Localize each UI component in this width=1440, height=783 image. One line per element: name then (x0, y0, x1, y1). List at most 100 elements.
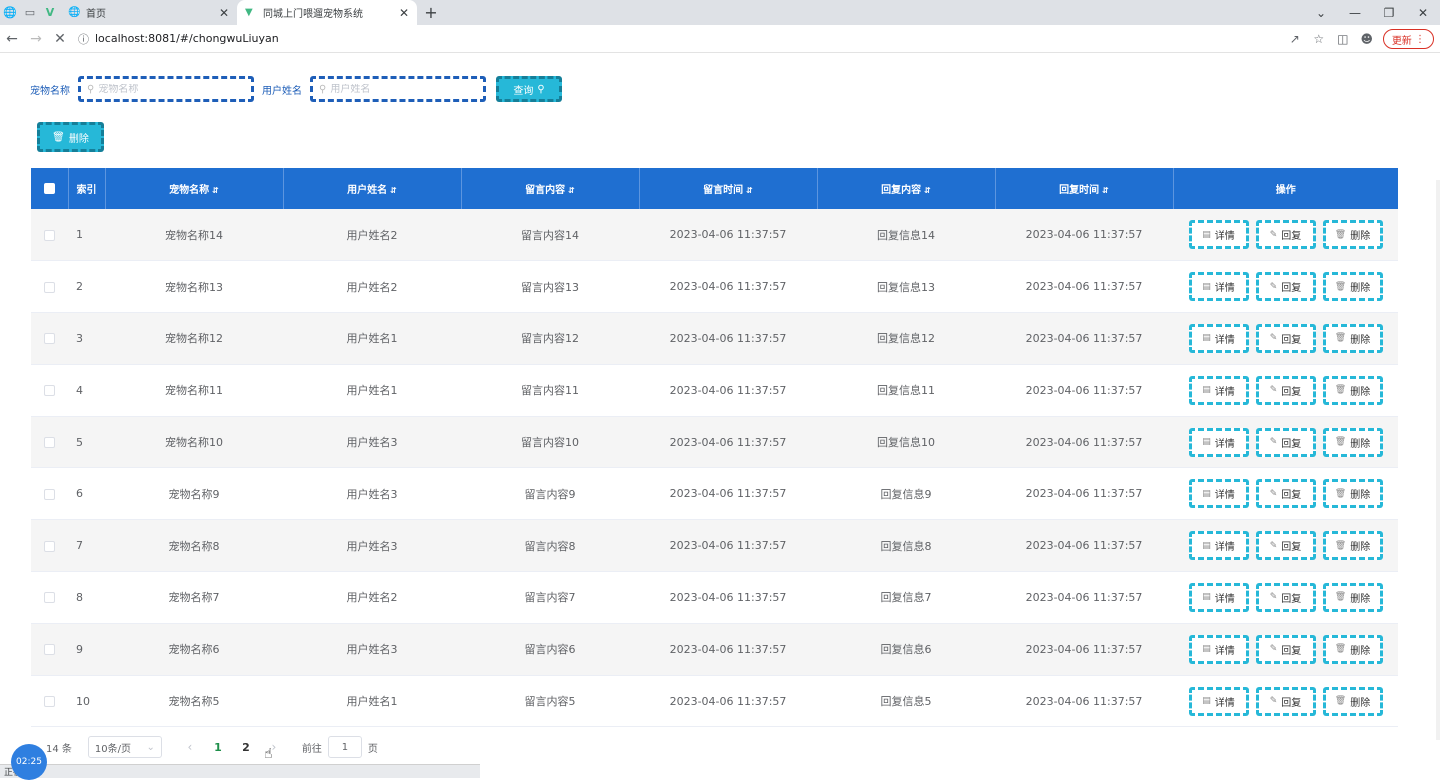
batch-delete-button[interactable]: 🗑 删除 (37, 122, 104, 152)
row-checkbox[interactable] (31, 467, 68, 521)
sort-icon[interactable]: ⇵ (746, 186, 753, 195)
delete-button[interactable]: 🗑 删除 (1322, 427, 1383, 457)
pet-name-field[interactable]: ⚲ (78, 76, 254, 102)
share-icon[interactable]: ↗ (1283, 28, 1307, 50)
reply-button[interactable]: ✎ 回复 (1255, 272, 1316, 302)
delete-label: 删除 (1350, 283, 1371, 295)
column-header-message[interactable]: 留言内容 ⇵ (461, 168, 640, 209)
detail-button[interactable]: ▤ 详情 (1188, 582, 1249, 612)
close-window-icon[interactable]: ✕ (1406, 0, 1440, 25)
table-body: 1 宠物名称14 用户姓名2 留言内容14 2023-04-06 11:37:5… (31, 209, 1398, 728)
reply-button[interactable]: ✎ 回复 (1255, 220, 1316, 250)
scrollbar[interactable] (1436, 180, 1440, 740)
column-header-reply[interactable]: 回复内容 ⇵ (817, 168, 996, 209)
row-checkbox[interactable] (31, 416, 68, 469)
reply-label: 回复 (1281, 593, 1302, 605)
url-field[interactable]: ⓘ localhost:8081/#/chongwuLiuyan (78, 28, 1278, 50)
tab-pet-system[interactable]: ▼ 同城上门喂遛宠物系统 ✕ (237, 0, 417, 25)
close-icon[interactable]: ✕ (219, 6, 229, 20)
chevron-down-icon[interactable]: ⌄ (1304, 0, 1338, 25)
new-tab-button[interactable]: + (417, 0, 445, 25)
page-size-select[interactable]: 10条/页 ⌄ (87, 736, 162, 758)
detail-button[interactable]: ▤ 详情 (1188, 531, 1249, 561)
cell-msg-time: 2023-04-06 11:37:57 (639, 416, 817, 469)
delete-button[interactable]: 🗑 删除 (1322, 323, 1383, 353)
delete-button[interactable]: 🗑 删除 (1322, 479, 1383, 509)
info-icon[interactable]: ⓘ (78, 31, 89, 47)
row-checkbox[interactable] (31, 571, 68, 624)
reply-button[interactable]: ✎ 回复 (1255, 531, 1316, 561)
column-header-reply-time[interactable]: 回复时间 ⇵ (995, 168, 1174, 209)
prev-page-button[interactable]: ‹ (176, 740, 204, 754)
row-checkbox[interactable] (31, 519, 68, 573)
row-checkbox[interactable] (31, 209, 68, 262)
goto-page-input[interactable]: 1 (327, 736, 362, 758)
detail-button[interactable]: ▤ 详情 (1188, 220, 1249, 250)
close-icon[interactable]: ✕ (399, 6, 409, 20)
cell-user: 用户姓名3 (283, 467, 461, 521)
row-checkbox[interactable] (31, 312, 68, 365)
detail-button[interactable]: ▤ 详情 (1188, 686, 1249, 716)
star-icon[interactable]: ☆ (1307, 28, 1331, 50)
vue-icon[interactable]: V (40, 0, 60, 25)
forward-button[interactable]: → (24, 27, 48, 51)
row-checkbox[interactable] (31, 675, 68, 728)
profile-icon[interactable]: ☻ (1355, 28, 1379, 50)
delete-button[interactable]: 🗑 删除 (1322, 531, 1383, 561)
globe-icon[interactable]: 🌐 (0, 0, 20, 25)
restore-icon[interactable]: ❐ (1372, 0, 1406, 25)
page-2-button[interactable]: 2 (232, 741, 260, 754)
user-name-input[interactable] (330, 83, 471, 95)
reply-button[interactable]: ✎ 回复 (1255, 582, 1316, 612)
stop-loading-button[interactable]: ✕ (48, 27, 72, 51)
detail-button[interactable]: ▤ 详情 (1188, 479, 1249, 509)
sort-icon[interactable]: ⇵ (1102, 186, 1109, 195)
select-all-checkbox[interactable] (31, 168, 69, 209)
detail-button[interactable]: ▤ 详情 (1188, 375, 1249, 405)
detail-button[interactable]: ▤ 详情 (1188, 634, 1249, 664)
reply-label: 回复 (1281, 283, 1302, 295)
update-button[interactable]: 更新 ⋮ (1382, 29, 1434, 49)
table-row: 10 宠物名称5 用户姓名1 留言内容5 2023-04-06 11:37:57… (31, 675, 1398, 728)
detail-label: 详情 (1214, 438, 1235, 450)
tab-home[interactable]: 🌐 首页 ✕ (60, 0, 237, 25)
row-checkbox[interactable] (31, 623, 68, 676)
delete-button[interactable]: 🗑 删除 (1322, 375, 1383, 405)
reply-button[interactable]: ✎ 回复 (1255, 375, 1316, 405)
reply-button[interactable]: ✎ 回复 (1255, 686, 1316, 716)
query-button[interactable]: 查询 ⚲ (496, 76, 562, 102)
pet-name-label: 宠物名称 (30, 85, 70, 97)
detail-button[interactable]: ▤ 详情 (1188, 272, 1249, 302)
row-checkbox[interactable] (31, 260, 68, 314)
sort-icon[interactable]: ⇵ (390, 186, 397, 195)
column-header-pet[interactable]: 宠物名称 ⇵ (105, 168, 284, 209)
sort-icon[interactable]: ⇵ (568, 186, 575, 195)
search-icon: ⚲ (87, 83, 95, 95)
delete-button[interactable]: 🗑 删除 (1322, 582, 1383, 612)
delete-button[interactable]: 🗑 删除 (1322, 272, 1383, 302)
detail-button[interactable]: ▤ 详情 (1188, 427, 1249, 457)
reply-button[interactable]: ✎ 回复 (1255, 479, 1316, 509)
sort-icon[interactable]: ⇵ (924, 186, 931, 195)
delete-button[interactable]: 🗑 删除 (1322, 220, 1383, 250)
row-checkbox[interactable] (31, 364, 68, 417)
column-header-msg-time[interactable]: 留言时间 ⇵ (639, 168, 818, 209)
sidebar-icon[interactable]: ◫ (1331, 28, 1355, 50)
delete-button[interactable]: 🗑 删除 (1322, 634, 1383, 664)
reply-button[interactable]: ✎ 回复 (1255, 323, 1316, 353)
user-name-field[interactable]: ⚲ (310, 76, 486, 102)
bookmark-tab-icon[interactable]: ▭ (20, 0, 40, 25)
detail-button[interactable]: ▤ 详情 (1188, 323, 1249, 353)
column-header-index: 索引 (68, 168, 106, 209)
reply-button[interactable]: ✎ 回复 (1255, 427, 1316, 457)
back-button[interactable]: ← (0, 27, 24, 51)
reply-button[interactable]: ✎ 回复 (1255, 634, 1316, 664)
total-count: 14 条 (46, 743, 72, 755)
sort-icon[interactable]: ⇵ (212, 186, 219, 195)
minimize-icon[interactable]: — (1338, 0, 1372, 25)
cell-msg-time: 2023-04-06 11:37:57 (639, 260, 817, 314)
column-header-user[interactable]: 用户姓名 ⇵ (283, 168, 462, 209)
delete-button[interactable]: 🗑 删除 (1322, 686, 1383, 716)
page-1-button[interactable]: 1 (204, 741, 232, 754)
pet-name-input[interactable] (98, 83, 239, 95)
